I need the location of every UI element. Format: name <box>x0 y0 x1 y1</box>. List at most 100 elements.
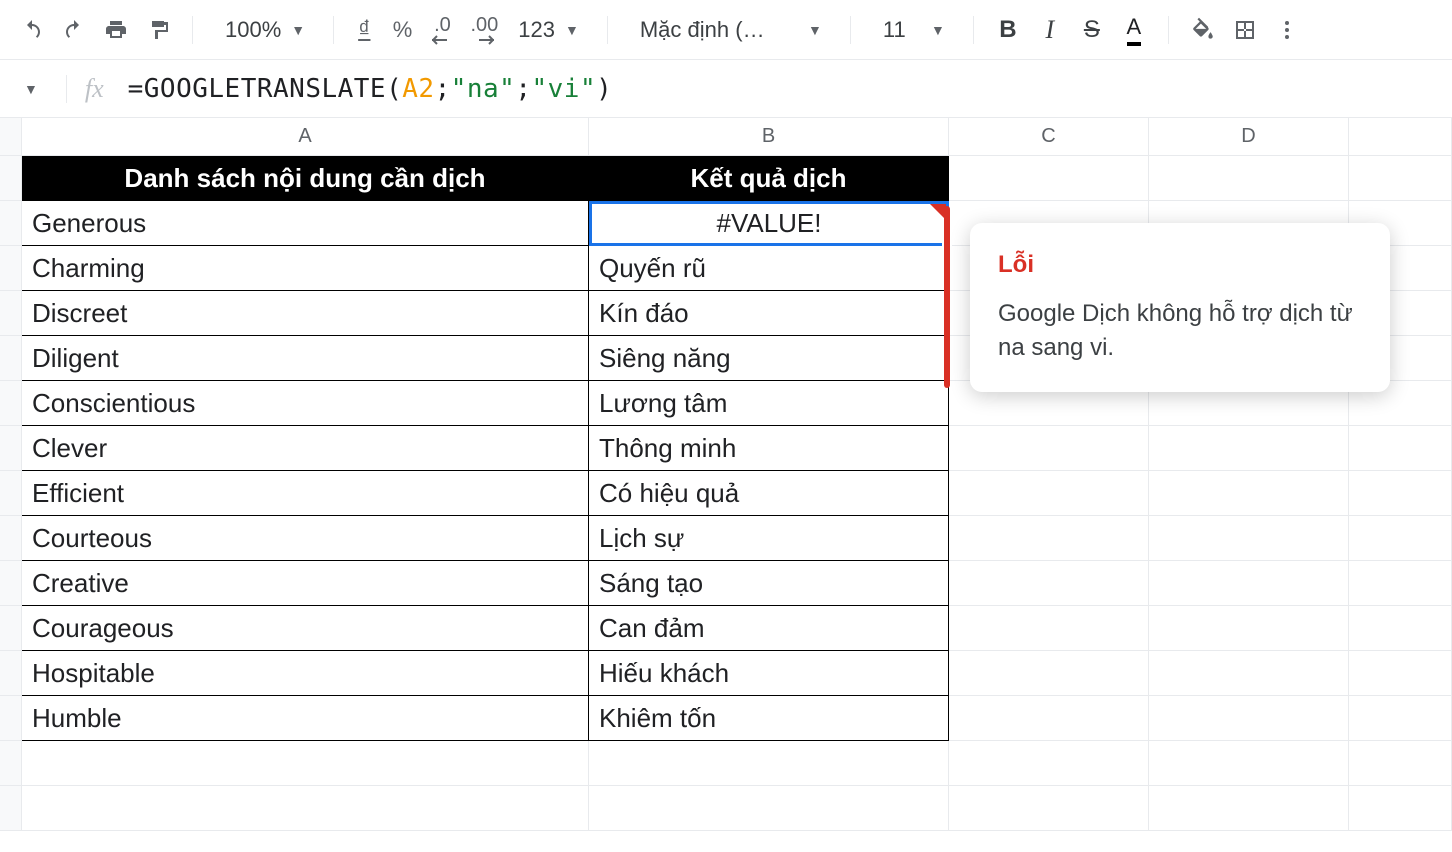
name-box-dropdown[interactable]: ▼ <box>14 81 48 97</box>
text-color-button[interactable]: A <box>1116 12 1152 48</box>
cell[interactable]: Có hiệu quả <box>589 471 949 516</box>
cell[interactable] <box>949 786 1149 831</box>
row-header[interactable] <box>0 156 22 201</box>
cell[interactable]: Clever <box>22 426 589 471</box>
font-family-select[interactable]: Mặc định (… ▼ <box>624 12 834 48</box>
cell[interactable]: Discreet <box>22 291 589 336</box>
format-currency-button[interactable]: ₫ <box>350 12 378 48</box>
cell[interactable] <box>949 156 1149 201</box>
row-header[interactable] <box>0 471 22 516</box>
cell[interactable]: Hiếu khách <box>589 651 949 696</box>
cell[interactable] <box>1349 786 1452 831</box>
cell[interactable] <box>1349 741 1452 786</box>
row-header[interactable] <box>0 561 22 606</box>
cell[interactable]: Courageous <box>22 606 589 651</box>
cell[interactable] <box>22 786 589 831</box>
cell[interactable] <box>1149 561 1349 606</box>
cell[interactable]: Quyến rũ <box>589 246 949 291</box>
cell[interactable] <box>1149 471 1349 516</box>
cell[interactable]: Efficient <box>22 471 589 516</box>
row-header[interactable] <box>0 516 22 561</box>
cell[interactable] <box>1349 561 1452 606</box>
cell[interactable]: Siêng năng <box>589 336 949 381</box>
cell[interactable] <box>949 516 1149 561</box>
cell[interactable] <box>949 696 1149 741</box>
paint-format-button[interactable] <box>140 12 176 48</box>
borders-button[interactable] <box>1227 12 1263 48</box>
column-header-extra[interactable] <box>1349 118 1452 155</box>
selected-cell[interactable]: #VALUE! <box>589 201 949 246</box>
more-formats-select[interactable]: 123 ▼ <box>510 12 591 48</box>
cell[interactable] <box>1349 471 1452 516</box>
italic-button[interactable]: I <box>1032 12 1068 48</box>
header-cell-a[interactable]: Danh sách nội dung cần dịch <box>22 156 589 201</box>
cell[interactable] <box>1149 156 1349 201</box>
row-header[interactable] <box>0 741 22 786</box>
cell[interactable]: Charming <box>22 246 589 291</box>
cell[interactable] <box>1149 516 1349 561</box>
fill-color-button[interactable] <box>1185 12 1221 48</box>
redo-button[interactable] <box>56 12 92 48</box>
cell[interactable] <box>1149 786 1349 831</box>
cell[interactable]: Conscientious <box>22 381 589 426</box>
decrease-decimal-button[interactable]: .0 <box>426 12 458 48</box>
cell[interactable] <box>1149 696 1349 741</box>
cell[interactable] <box>1349 516 1452 561</box>
cell[interactable]: Lịch sự <box>589 516 949 561</box>
row-header[interactable] <box>0 336 22 381</box>
cell[interactable]: Humble <box>22 696 589 741</box>
cell[interactable] <box>949 651 1149 696</box>
cell[interactable] <box>949 426 1149 471</box>
cell[interactable] <box>1349 426 1452 471</box>
cell[interactable]: Diligent <box>22 336 589 381</box>
font-size-select[interactable]: 11 ▼ <box>867 12 957 48</box>
strikethrough-button[interactable]: S <box>1074 12 1110 48</box>
cell[interactable] <box>1349 606 1452 651</box>
cell[interactable]: Khiêm tốn <box>589 696 949 741</box>
more-icon[interactable] <box>1269 12 1305 48</box>
cell[interactable] <box>22 741 589 786</box>
formula-input[interactable]: =GOOGLETRANSLATE(A2;"na";"vi") <box>128 74 613 104</box>
undo-button[interactable] <box>14 12 50 48</box>
cell[interactable]: Generous <box>22 201 589 246</box>
column-header-d[interactable]: D <box>1149 118 1349 155</box>
row-header[interactable] <box>0 786 22 831</box>
cell[interactable]: Can đảm <box>589 606 949 651</box>
cell[interactable]: Lương tâm <box>589 381 949 426</box>
cell[interactable] <box>949 741 1149 786</box>
header-cell-b[interactable]: Kết quả dịch <box>589 156 949 201</box>
cell[interactable] <box>949 471 1149 516</box>
select-all-corner[interactable] <box>0 118 22 155</box>
row-header[interactable] <box>0 696 22 741</box>
row-header[interactable] <box>0 426 22 471</box>
column-header-a[interactable]: A <box>22 118 589 155</box>
cell[interactable]: Sáng tạo <box>589 561 949 606</box>
cell[interactable] <box>1349 651 1452 696</box>
cell[interactable]: Courteous <box>22 516 589 561</box>
cell[interactable] <box>1349 696 1452 741</box>
format-percent-button[interactable]: % <box>384 12 420 48</box>
row-header[interactable] <box>0 381 22 426</box>
cell[interactable]: Hospitable <box>22 651 589 696</box>
row-header[interactable] <box>0 291 22 336</box>
bold-button[interactable]: B <box>990 12 1026 48</box>
row-header[interactable] <box>0 246 22 291</box>
column-header-b[interactable]: B <box>589 118 949 155</box>
cell[interactable] <box>949 561 1149 606</box>
cell[interactable] <box>589 741 949 786</box>
increase-decimal-button[interactable]: .00 <box>464 12 504 48</box>
cell[interactable]: Kín đáo <box>589 291 949 336</box>
cell[interactable] <box>1149 606 1349 651</box>
cell[interactable] <box>949 606 1149 651</box>
zoom-select[interactable]: 100% ▼ <box>209 12 317 48</box>
row-header[interactable] <box>0 201 22 246</box>
cell[interactable] <box>1149 741 1349 786</box>
column-header-c[interactable]: C <box>949 118 1149 155</box>
cell[interactable] <box>589 786 949 831</box>
print-button[interactable] <box>98 12 134 48</box>
row-header[interactable] <box>0 651 22 696</box>
cell[interactable] <box>1149 426 1349 471</box>
cell[interactable]: Creative <box>22 561 589 606</box>
cell[interactable] <box>1149 651 1349 696</box>
cell[interactable] <box>1349 156 1452 201</box>
